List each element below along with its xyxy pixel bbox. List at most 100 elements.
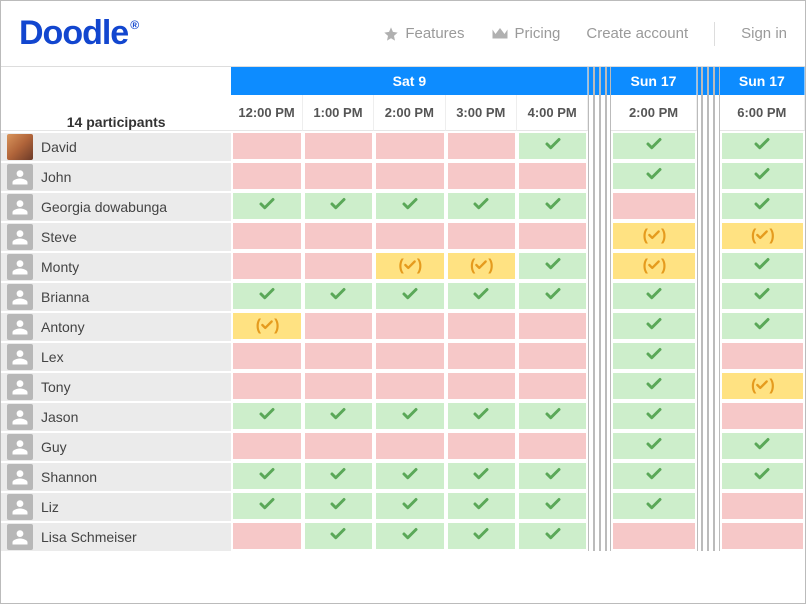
vote-cell-no[interactable]: [720, 401, 805, 431]
vote-cell-no[interactable]: [231, 161, 302, 191]
vote-cell-yes[interactable]: [231, 281, 302, 311]
vote-cell-yes[interactable]: [303, 281, 374, 311]
day-header[interactable]: Sun 17: [611, 67, 696, 95]
participant-row[interactable]: Steve: [1, 221, 231, 251]
vote-cell-no[interactable]: [374, 341, 445, 371]
participant-row[interactable]: Lex: [1, 341, 231, 371]
vote-cell-no[interactable]: [303, 251, 374, 281]
vote-cell-yes[interactable]: [446, 461, 517, 491]
participant-row[interactable]: Lisa Schmeiser: [1, 521, 231, 551]
vote-cell-no[interactable]: [303, 341, 374, 371]
vote-cell-yes[interactable]: [374, 191, 445, 221]
participant-row[interactable]: Monty: [1, 251, 231, 281]
vote-cell-yes[interactable]: [611, 131, 696, 161]
vote-cell-no[interactable]: [303, 371, 374, 401]
nav-features[interactable]: Features: [383, 25, 464, 42]
vote-cell-no[interactable]: [374, 371, 445, 401]
vote-cell-no[interactable]: [231, 251, 302, 281]
time-header[interactable]: 4:00 PM: [517, 95, 588, 131]
vote-cell-no[interactable]: [720, 521, 805, 551]
vote-cell-no[interactable]: [517, 431, 588, 461]
vote-cell-yes[interactable]: [720, 131, 805, 161]
vote-cell-yes[interactable]: [303, 491, 374, 521]
vote-cell-no[interactable]: [446, 221, 517, 251]
vote-cell-yes[interactable]: [720, 461, 805, 491]
vote-cell-yes[interactable]: [517, 251, 588, 281]
vote-cell-no[interactable]: [446, 371, 517, 401]
vote-cell-no[interactable]: [303, 311, 374, 341]
participant-row[interactable]: Liz: [1, 491, 231, 521]
participant-row[interactable]: Jason: [1, 401, 231, 431]
vote-cell-yes[interactable]: [374, 401, 445, 431]
vote-cell-no[interactable]: [517, 161, 588, 191]
vote-cell-no[interactable]: [303, 221, 374, 251]
vote-cell-yes[interactable]: [720, 161, 805, 191]
vote-cell-no[interactable]: [720, 491, 805, 521]
vote-cell-no[interactable]: [446, 341, 517, 371]
vote-cell-no[interactable]: [446, 311, 517, 341]
logo[interactable]: Doodle®: [19, 14, 136, 53]
vote-cell-yes[interactable]: [231, 461, 302, 491]
vote-cell-no[interactable]: [374, 431, 445, 461]
vote-cell-yes[interactable]: [231, 191, 302, 221]
vote-cell-yes[interactable]: [720, 311, 805, 341]
vote-cell-no[interactable]: [231, 341, 302, 371]
vote-cell-no[interactable]: [374, 161, 445, 191]
vote-cell-no[interactable]: [517, 371, 588, 401]
vote-cell-no[interactable]: [446, 431, 517, 461]
vote-cell-yes[interactable]: [611, 401, 696, 431]
vote-cell-no[interactable]: [231, 131, 302, 161]
vote-cell-no[interactable]: [303, 131, 374, 161]
vote-cell-maybe[interactable]: (): [611, 221, 696, 251]
vote-cell-yes[interactable]: [517, 521, 588, 551]
participant-row[interactable]: Antony: [1, 311, 231, 341]
vote-cell-maybe[interactable]: (): [720, 221, 805, 251]
day-header[interactable]: Sat 9: [231, 67, 588, 95]
vote-cell-yes[interactable]: [517, 281, 588, 311]
vote-cell-yes[interactable]: [446, 191, 517, 221]
time-header[interactable]: 1:00 PM: [303, 95, 374, 131]
vote-cell-yes[interactable]: [517, 191, 588, 221]
vote-cell-no[interactable]: [303, 161, 374, 191]
vote-cell-no[interactable]: [517, 221, 588, 251]
vote-cell-yes[interactable]: [446, 401, 517, 431]
vote-cell-yes[interactable]: [611, 371, 696, 401]
vote-cell-yes[interactable]: [374, 491, 445, 521]
vote-cell-no[interactable]: [517, 341, 588, 371]
participant-row[interactable]: Tony: [1, 371, 231, 401]
vote-cell-no[interactable]: [611, 191, 696, 221]
vote-cell-yes[interactable]: [517, 131, 588, 161]
vote-cell-yes[interactable]: [374, 461, 445, 491]
vote-cell-yes[interactable]: [611, 281, 696, 311]
vote-cell-yes[interactable]: [611, 311, 696, 341]
time-header[interactable]: 2:00 PM: [374, 95, 445, 131]
participant-row[interactable]: John: [1, 161, 231, 191]
nav-pricing[interactable]: Pricing: [491, 25, 561, 42]
vote-cell-yes[interactable]: [374, 521, 445, 551]
vote-cell-yes[interactable]: [303, 521, 374, 551]
vote-cell-no[interactable]: [231, 371, 302, 401]
vote-cell-no[interactable]: [303, 431, 374, 461]
participant-row[interactable]: David: [1, 131, 231, 161]
nav-sign-in[interactable]: Sign in: [741, 25, 787, 42]
vote-cell-maybe[interactable]: (): [231, 311, 302, 341]
time-header[interactable]: 6:00 PM: [720, 95, 805, 131]
vote-cell-yes[interactable]: [374, 281, 445, 311]
vote-cell-yes[interactable]: [517, 461, 588, 491]
vote-cell-yes[interactable]: [446, 521, 517, 551]
vote-cell-yes[interactable]: [720, 431, 805, 461]
participant-row[interactable]: Georgia dowabunga: [1, 191, 231, 221]
vote-cell-yes[interactable]: [611, 461, 696, 491]
vote-cell-no[interactable]: [374, 311, 445, 341]
vote-cell-yes[interactable]: [303, 461, 374, 491]
vote-cell-yes[interactable]: [517, 491, 588, 521]
vote-cell-yes[interactable]: [446, 491, 517, 521]
vote-cell-yes[interactable]: [611, 161, 696, 191]
time-header[interactable]: 3:00 PM: [446, 95, 517, 131]
day-header[interactable]: Sun 17: [720, 67, 805, 95]
vote-cell-yes[interactable]: [720, 191, 805, 221]
vote-cell-no[interactable]: [446, 161, 517, 191]
vote-cell-yes[interactable]: [231, 401, 302, 431]
vote-cell-no[interactable]: [611, 521, 696, 551]
vote-cell-no[interactable]: [231, 431, 302, 461]
